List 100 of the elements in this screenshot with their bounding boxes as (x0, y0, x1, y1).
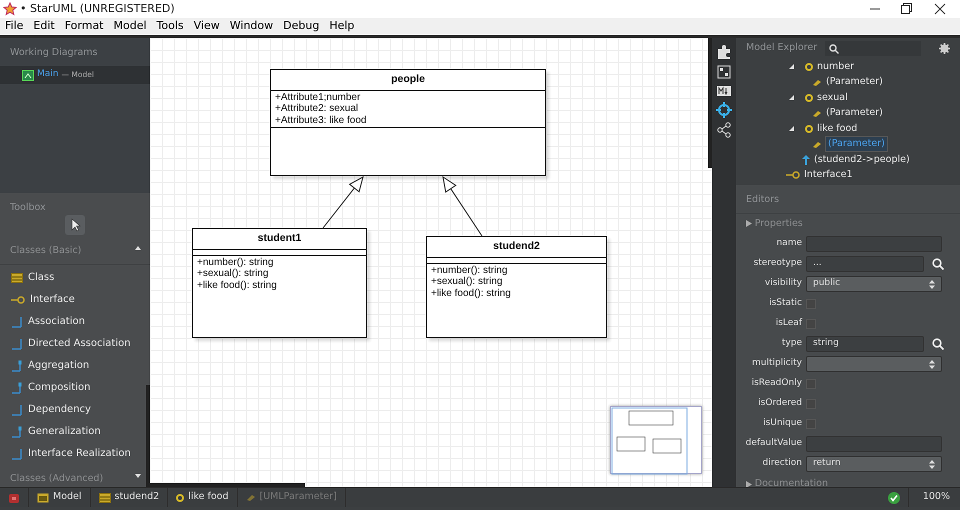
expanded-icon[interactable] (788, 125, 795, 132)
property-label: isLeaf (774, 317, 802, 330)
cursor-icon[interactable] (65, 215, 85, 236)
toolbox-item[interactable]: Association (0, 310, 150, 332)
expand-arrow-icon (746, 480, 752, 487)
menu-item[interactable]: Tools (152, 18, 189, 35)
input-field[interactable] (806, 436, 942, 452)
settings-icon[interactable] (939, 43, 950, 54)
folder-icon (37, 492, 49, 502)
operation-text: +like food(): string (197, 280, 278, 292)
menu-item[interactable]: Debug (278, 18, 324, 35)
property-label: direction (762, 457, 802, 470)
class-name: studend2 (427, 237, 606, 258)
operation-text: +number(): string (197, 256, 274, 268)
operation-text: +number(): string (431, 264, 508, 276)
dropdown[interactable]: public (806, 276, 942, 292)
share-icon[interactable] (716, 122, 732, 138)
property-label: multiplicity (750, 357, 802, 370)
property-label: isStatic (768, 297, 802, 310)
property-label: stereotype (752, 257, 802, 270)
line-icon (11, 360, 23, 372)
spinner-icon (929, 460, 935, 468)
class-icon (98, 492, 111, 502)
toolbox-item[interactable]: Dependency (0, 398, 150, 420)
property-label: isUnique (762, 417, 802, 430)
arrow-icon (802, 154, 810, 165)
input-field[interactable]: ... (806, 256, 924, 272)
toolbox-item[interactable]: Interface Realization (0, 442, 150, 464)
panel-title: Toolbox (9, 201, 47, 215)
search-field[interactable] (825, 41, 922, 56)
diagram-icon (22, 70, 34, 80)
panel-title: Model Explorer (746, 41, 818, 56)
input-field[interactable]: string (806, 336, 924, 352)
toolbox-item[interactable]: Generalization (0, 420, 150, 442)
line-icon (11, 382, 23, 394)
menu-item[interactable]: Model (108, 18, 152, 35)
menu-item[interactable]: File (0, 18, 28, 35)
tree-item[interactable]: (studend2->people) (736, 152, 960, 168)
breadcrumb[interactable]: like food (168, 488, 238, 507)
class-name: student1 (193, 229, 366, 250)
markdown-icon[interactable] (716, 84, 732, 98)
menu-item[interactable]: Help (324, 18, 360, 35)
tree-item[interactable]: sexual (736, 90, 960, 106)
property-label: defaultValue (744, 437, 802, 450)
puzzle-icon[interactable] (716, 44, 732, 60)
tree-item[interactable]: number (736, 59, 960, 74)
toolbox-item[interactable]: Directed Association (0, 332, 150, 354)
attribute-text: +Attribute3: like food (275, 114, 368, 126)
expanded-icon[interactable] (788, 63, 795, 70)
dropdown[interactable]: return (806, 456, 942, 472)
zoom-level: 100% (922, 490, 951, 504)
tree-item[interactable]: like food (736, 121, 960, 136)
menu-item[interactable]: View (188, 18, 225, 35)
class-icon (11, 272, 23, 282)
breadcrumb[interactable]: Model (29, 488, 91, 507)
tree-item[interactable]: Interface1 (736, 168, 960, 183)
attribute-icon (805, 124, 813, 133)
property-label: visibility (764, 277, 802, 290)
check-icon (888, 492, 900, 504)
line-icon (11, 338, 23, 350)
search-icon[interactable] (932, 338, 944, 350)
tree-item[interactable]: (Parameter) (736, 74, 960, 90)
property-label: name (775, 237, 802, 250)
toolbox-item[interactable]: Composition (0, 376, 150, 398)
error-icon[interactable] (8, 492, 20, 504)
layout-icon[interactable] (716, 64, 732, 80)
toolbox-item[interactable]: Interface (0, 288, 150, 310)
attribute-icon (805, 62, 813, 71)
expanded-icon[interactable] (788, 94, 795, 102)
operation-text: +sexual(): string (431, 276, 504, 288)
class-name: people (271, 70, 545, 91)
breadcrumb[interactable]: studend2 (90, 488, 168, 507)
search-icon[interactable] (932, 258, 944, 270)
spinner-icon (929, 280, 935, 288)
line-icon (11, 316, 23, 328)
attribute-text: +Attribute2: sexual (275, 103, 360, 115)
expand-arrow-icon (746, 220, 752, 228)
property-label: isReadOnly (750, 377, 802, 390)
property-label: type (780, 337, 802, 350)
toolbox-item[interactable]: Aggregation (0, 354, 150, 376)
menu-item[interactable]: Window (224, 18, 278, 35)
toolbox-item[interactable]: Class (0, 266, 150, 288)
tree-item[interactable]: (Parameter) (736, 136, 960, 152)
menu-item[interactable]: Edit (28, 18, 60, 35)
search-icon (829, 44, 840, 54)
panel-title: Editors (745, 192, 780, 206)
operation-text: +sexual(): string (197, 268, 270, 280)
operation-text: +like food(): string (431, 288, 512, 300)
line-icon (11, 426, 23, 438)
menu-item[interactable]: Format (60, 18, 108, 35)
interface-icon (11, 296, 25, 304)
spinner-icon (929, 360, 935, 368)
input-field[interactable] (806, 236, 942, 252)
attribute-text: +Attribute1;number (275, 92, 362, 104)
window-title: • StarUML (UNREGISTERED) (20, 0, 175, 17)
tree-item[interactable]: (Parameter) (736, 106, 960, 121)
line-icon (11, 448, 23, 460)
crosshair-icon[interactable] (716, 102, 732, 118)
attribute-icon (805, 94, 813, 102)
property-label: isOrdered (757, 397, 802, 410)
